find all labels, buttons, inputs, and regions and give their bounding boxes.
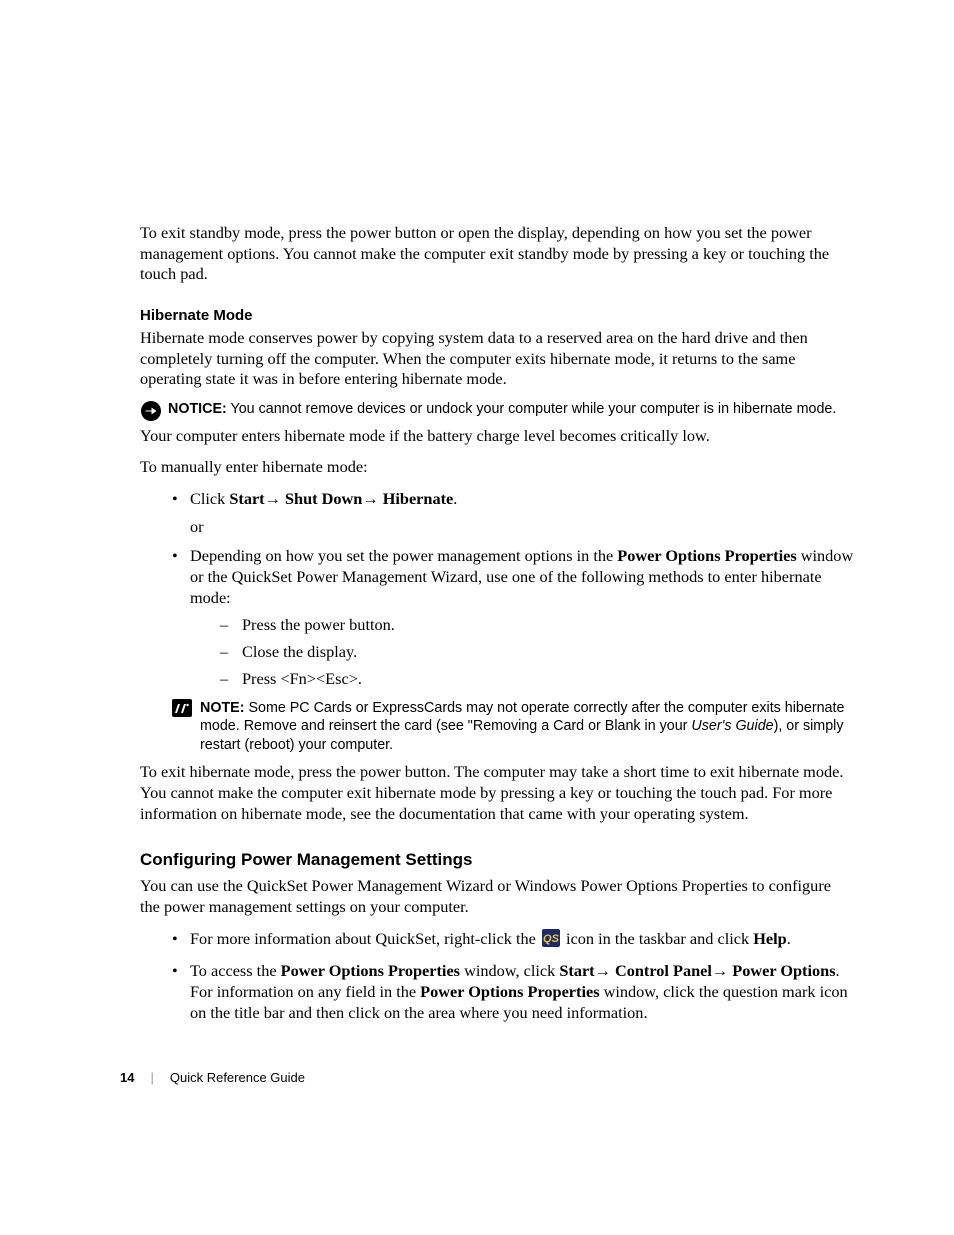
text-fragment: . xyxy=(453,489,457,508)
text-fragment: For more information about QuickSet, rig… xyxy=(190,929,540,948)
note-label: NOTE: xyxy=(200,700,244,716)
bullet-list-depending: Depending on how you set the power manag… xyxy=(140,545,854,691)
quickset-icon: QS xyxy=(542,929,560,952)
arrow-icon: → xyxy=(712,961,732,980)
dash-press-power: Press the power button. xyxy=(220,614,854,637)
bold-shutdown: Shut Down xyxy=(285,489,362,508)
dash-press-fn-esc: Press <Fn><Esc>. xyxy=(220,668,854,691)
text-fragment: To access the xyxy=(190,961,281,980)
arrow-icon: → xyxy=(362,489,382,508)
bold-help: Help xyxy=(753,929,786,948)
or-text: or xyxy=(190,517,854,537)
bold-hibernate: Hibernate xyxy=(383,489,454,508)
text-fragment: window, click xyxy=(460,961,559,980)
text-fragment: Depending on how you set the power manag… xyxy=(190,546,617,565)
bullet-list-hibernate: Click Start→ Shut Down→ Hibernate. xyxy=(140,488,854,509)
para-exit-standby: To exit standby mode, press the power bu… xyxy=(140,223,854,285)
section-config-settings: Configuring Power Management Settings xyxy=(140,850,854,870)
bold-power-options: Power Options xyxy=(732,961,835,980)
bold-power-options-props-2: Power Options Properties xyxy=(420,982,599,1001)
note-icon xyxy=(172,699,200,717)
text-fragment: . xyxy=(787,929,791,948)
bullet-depending: Depending on how you set the power manag… xyxy=(172,545,854,691)
para-manual-enter: To manually enter hibernate mode: xyxy=(140,457,854,478)
document-page: To exit standby mode, press the power bu… xyxy=(0,0,954,1235)
footer-divider: | xyxy=(150,1070,153,1085)
footer-title: Quick Reference Guide xyxy=(170,1070,305,1085)
para-hibernate-desc: Hibernate mode conserves power by copyin… xyxy=(140,328,854,390)
para-exit-hibernate: To exit hibernate mode, press the power … xyxy=(140,762,854,824)
arrow-icon: → xyxy=(265,489,285,508)
arrow-icon: → xyxy=(595,961,615,980)
subhead-hibernate-mode: Hibernate Mode xyxy=(140,307,854,324)
bold-control-panel: Control Panel xyxy=(615,961,712,980)
notice-icon xyxy=(140,400,168,422)
dash-close-display: Close the display. xyxy=(220,641,854,664)
bold-power-options-props: Power Options Properties xyxy=(281,961,460,980)
note-callout: NOTE: Some PC Cards or ExpressCards may … xyxy=(140,699,854,755)
notice-text: NOTICE: You cannot remove devices or und… xyxy=(168,400,854,419)
note-italic: User's Guide xyxy=(691,718,773,734)
notice-label: NOTICE: xyxy=(168,401,227,417)
page-number: 14 xyxy=(120,1070,134,1085)
page-footer: 14 | Quick Reference Guide xyxy=(120,1070,305,1085)
bold-power-options: Power Options Properties xyxy=(617,546,796,565)
bullet-click-start: Click Start→ Shut Down→ Hibernate. xyxy=(172,488,854,509)
para-config-intro: You can use the QuickSet Power Managemen… xyxy=(140,876,854,917)
bold-start: Start xyxy=(229,489,264,508)
note-text: NOTE: Some PC Cards or ExpressCards may … xyxy=(200,699,854,755)
notice-callout: NOTICE: You cannot remove devices or und… xyxy=(140,400,854,422)
bullet-access-power-options: To access the Power Options Properties w… xyxy=(172,960,854,1024)
text-fragment: Click xyxy=(190,489,229,508)
bullet-quickset-info: For more information about QuickSet, rig… xyxy=(172,928,854,952)
bullet-list-config: For more information about QuickSet, rig… xyxy=(140,928,854,1024)
bold-start: Start xyxy=(559,961,594,980)
text-fragment: icon in the taskbar and click xyxy=(562,929,753,948)
svg-text:QS: QS xyxy=(543,933,560,945)
dash-list: Press the power button. Close the displa… xyxy=(190,614,854,690)
notice-body: You cannot remove devices or undock your… xyxy=(227,401,837,417)
para-enters-hibernate: Your computer enters hibernate mode if t… xyxy=(140,426,854,447)
